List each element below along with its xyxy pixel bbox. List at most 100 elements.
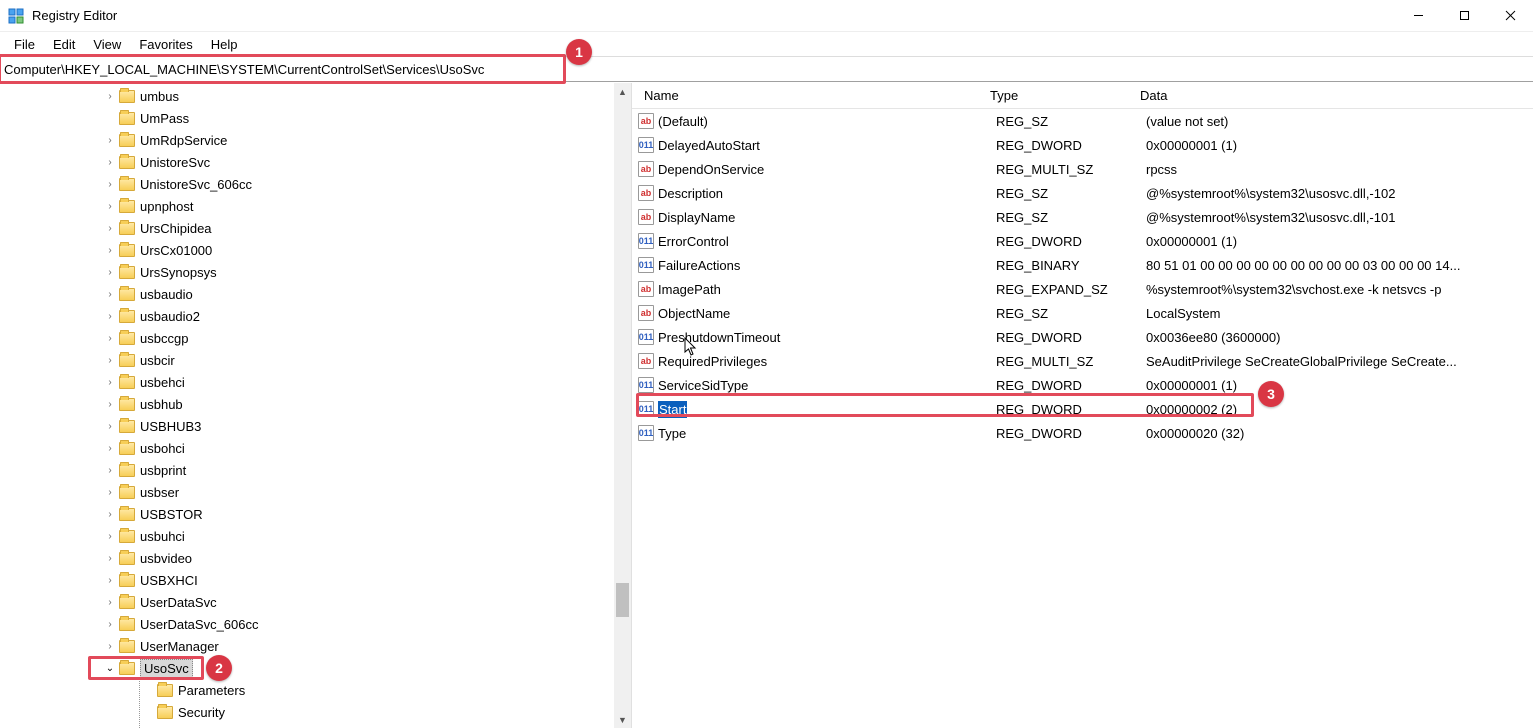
tree-item[interactable]: ›usbhub bbox=[0, 393, 631, 415]
chevron-right-icon[interactable]: › bbox=[102, 465, 118, 476]
tree-item[interactable]: › usbccgp bbox=[0, 327, 631, 349]
scroll-down-icon[interactable]: ▼ bbox=[614, 711, 631, 728]
tree-item[interactable]: ›umbus bbox=[0, 85, 631, 107]
chevron-right-icon[interactable]: › bbox=[102, 179, 118, 190]
scroll-up-icon[interactable]: ▲ bbox=[614, 83, 631, 100]
value-row[interactable]: abDisplayNameREG_SZ@%systemroot%\system3… bbox=[632, 205, 1533, 229]
chevron-right-icon[interactable]: › bbox=[102, 619, 118, 630]
col-header-name[interactable]: Name bbox=[638, 88, 984, 103]
tree-item[interactable]: ›usbaudio2 bbox=[0, 305, 631, 327]
value-row[interactable]: abDescriptionREG_SZ@%systemroot%\system3… bbox=[632, 181, 1533, 205]
menu-help[interactable]: Help bbox=[203, 35, 246, 54]
value-row[interactable]: abRequiredPrivilegesREG_MULTI_SZSeAuditP… bbox=[632, 349, 1533, 373]
tree-item[interactable]: › USBHUB3 bbox=[0, 415, 631, 437]
tree-item[interactable]: ›upnphost bbox=[0, 195, 631, 217]
minimize-button[interactable] bbox=[1395, 0, 1441, 32]
scroll-thumb[interactable] bbox=[616, 583, 629, 617]
tree-item[interactable]: › USBSTOR bbox=[0, 503, 631, 525]
tree-scrollbar[interactable]: ▲ ▼ bbox=[614, 83, 631, 728]
chevron-right-icon[interactable]: › bbox=[102, 641, 118, 652]
chevron-right-icon[interactable]: › bbox=[102, 311, 118, 322]
close-button[interactable] bbox=[1487, 0, 1533, 32]
tree-item[interactable]: ›usbuhci bbox=[0, 525, 631, 547]
values-pane[interactable]: Name Type Data ab(Default)REG_SZ(value n… bbox=[632, 83, 1533, 728]
col-header-data[interactable]: Data bbox=[1134, 88, 1533, 103]
chevron-right-icon[interactable]: › bbox=[102, 377, 118, 388]
tree-item-label: usbccgp bbox=[140, 331, 188, 346]
chevron-right-icon[interactable]: › bbox=[102, 135, 118, 146]
tree-item[interactable]: ›usbprint bbox=[0, 459, 631, 481]
tree-item[interactable]: ›UrsSynopsys bbox=[0, 261, 631, 283]
value-row[interactable]: 011PreshutdownTimeoutREG_DWORD0x0036ee80… bbox=[632, 325, 1533, 349]
tree-item[interactable]: ⌄UsoSvc bbox=[0, 657, 631, 679]
value-row[interactable]: 011DelayedAutoStartREG_DWORD0x00000001 (… bbox=[632, 133, 1533, 157]
tree-item[interactable]: Security bbox=[0, 701, 631, 723]
tree-item[interactable]: ›usbehci bbox=[0, 371, 631, 393]
tree-item[interactable]: › usbohci bbox=[0, 437, 631, 459]
chevron-right-icon[interactable]: › bbox=[102, 531, 118, 542]
chevron-right-icon[interactable]: › bbox=[102, 443, 118, 454]
tree-item[interactable]: ›usbaudio bbox=[0, 283, 631, 305]
value-row[interactable]: abObjectNameREG_SZLocalSystem bbox=[632, 301, 1533, 325]
chevron-right-icon[interactable]: › bbox=[102, 399, 118, 410]
chevron-right-icon[interactable]: › bbox=[102, 91, 118, 102]
tree-pane[interactable]: ›umbusUmPass›UmRdpService›UnistoreSvc›Un… bbox=[0, 83, 632, 728]
string-value-icon: ab bbox=[638, 161, 654, 177]
value-row[interactable]: 011StartREG_DWORD0x00000002 (2) bbox=[632, 397, 1533, 421]
menu-edit[interactable]: Edit bbox=[45, 35, 83, 54]
chevron-right-icon[interactable]: › bbox=[102, 421, 118, 432]
tree-item[interactable]: ›usbser bbox=[0, 481, 631, 503]
chevron-right-icon[interactable]: › bbox=[102, 575, 118, 586]
tree-item[interactable]: ›UrsCx01000 bbox=[0, 239, 631, 261]
folder-icon bbox=[119, 178, 135, 191]
maximize-button[interactable] bbox=[1441, 0, 1487, 32]
folder-icon bbox=[119, 552, 135, 565]
tree-item[interactable]: UmPass bbox=[0, 107, 631, 129]
chevron-right-icon[interactable]: › bbox=[102, 355, 118, 366]
menu-view[interactable]: View bbox=[85, 35, 129, 54]
tree-item[interactable]: ›UserDataSvc_606cc bbox=[0, 613, 631, 635]
chevron-right-icon[interactable]: › bbox=[102, 245, 118, 256]
chevron-right-icon[interactable]: › bbox=[102, 267, 118, 278]
tree-item-label: USBXHCI bbox=[140, 573, 198, 588]
chevron-down-icon[interactable]: ⌄ bbox=[102, 663, 118, 674]
chevron-right-icon[interactable]: › bbox=[102, 223, 118, 234]
col-header-type[interactable]: Type bbox=[984, 88, 1134, 103]
tree-item[interactable]: Parameters bbox=[0, 679, 631, 701]
tree-item[interactable]: ›UnistoreSvc bbox=[0, 151, 631, 173]
tree-item[interactable]: ›UrsChipidea bbox=[0, 217, 631, 239]
value-row[interactable]: abImagePathREG_EXPAND_SZ%systemroot%\sys… bbox=[632, 277, 1533, 301]
value-row[interactable]: 011FailureActionsREG_BINARY80 51 01 00 0… bbox=[632, 253, 1533, 277]
address-bar[interactable]: Computer\HKEY_LOCAL_MACHINE\SYSTEM\Curre… bbox=[0, 56, 1533, 82]
value-row[interactable]: 011ServiceSidTypeREG_DWORD0x00000001 (1) bbox=[632, 373, 1533, 397]
chevron-right-icon[interactable]: › bbox=[102, 597, 118, 608]
value-data: 0x00000001 (1) bbox=[1140, 234, 1533, 249]
value-name: (Default) bbox=[658, 114, 708, 129]
tree-item-label: usbohci bbox=[140, 441, 185, 456]
chevron-right-icon[interactable]: › bbox=[102, 157, 118, 168]
tree-item[interactable]: ›UnistoreSvc_606cc bbox=[0, 173, 631, 195]
tree-item[interactable]: ›UserManager bbox=[0, 635, 631, 657]
tree-item-label: USBHUB3 bbox=[140, 419, 201, 434]
tree-item[interactable]: ›UmRdpService bbox=[0, 129, 631, 151]
value-row[interactable]: 011ErrorControlREG_DWORD0x00000001 (1) bbox=[632, 229, 1533, 253]
chevron-right-icon[interactable]: › bbox=[102, 509, 118, 520]
chevron-right-icon[interactable]: › bbox=[102, 487, 118, 498]
tree-item[interactable]: › USBXHCI bbox=[0, 569, 631, 591]
tree-item[interactable]: ›usbcir bbox=[0, 349, 631, 371]
string-value-icon: ab bbox=[638, 209, 654, 225]
chevron-right-icon[interactable]: › bbox=[102, 289, 118, 300]
value-row[interactable]: ab(Default)REG_SZ(value not set) bbox=[632, 109, 1533, 133]
menu-file[interactable]: File bbox=[6, 35, 43, 54]
value-row[interactable]: 011TypeREG_DWORD0x00000020 (32) bbox=[632, 421, 1533, 445]
chevron-right-icon[interactable]: › bbox=[102, 553, 118, 564]
tree-item[interactable]: ›UserDataSvc bbox=[0, 591, 631, 613]
folder-icon bbox=[119, 332, 135, 345]
tree-item-label: USBSTOR bbox=[140, 507, 203, 522]
tree-item[interactable]: ›usbvideo bbox=[0, 547, 631, 569]
value-row[interactable]: abDependOnServiceREG_MULTI_SZrpcss bbox=[632, 157, 1533, 181]
chevron-right-icon[interactable]: › bbox=[102, 201, 118, 212]
menu-favorites[interactable]: Favorites bbox=[131, 35, 200, 54]
chevron-right-icon[interactable]: › bbox=[102, 333, 118, 344]
titlebar: Registry Editor bbox=[0, 0, 1533, 32]
